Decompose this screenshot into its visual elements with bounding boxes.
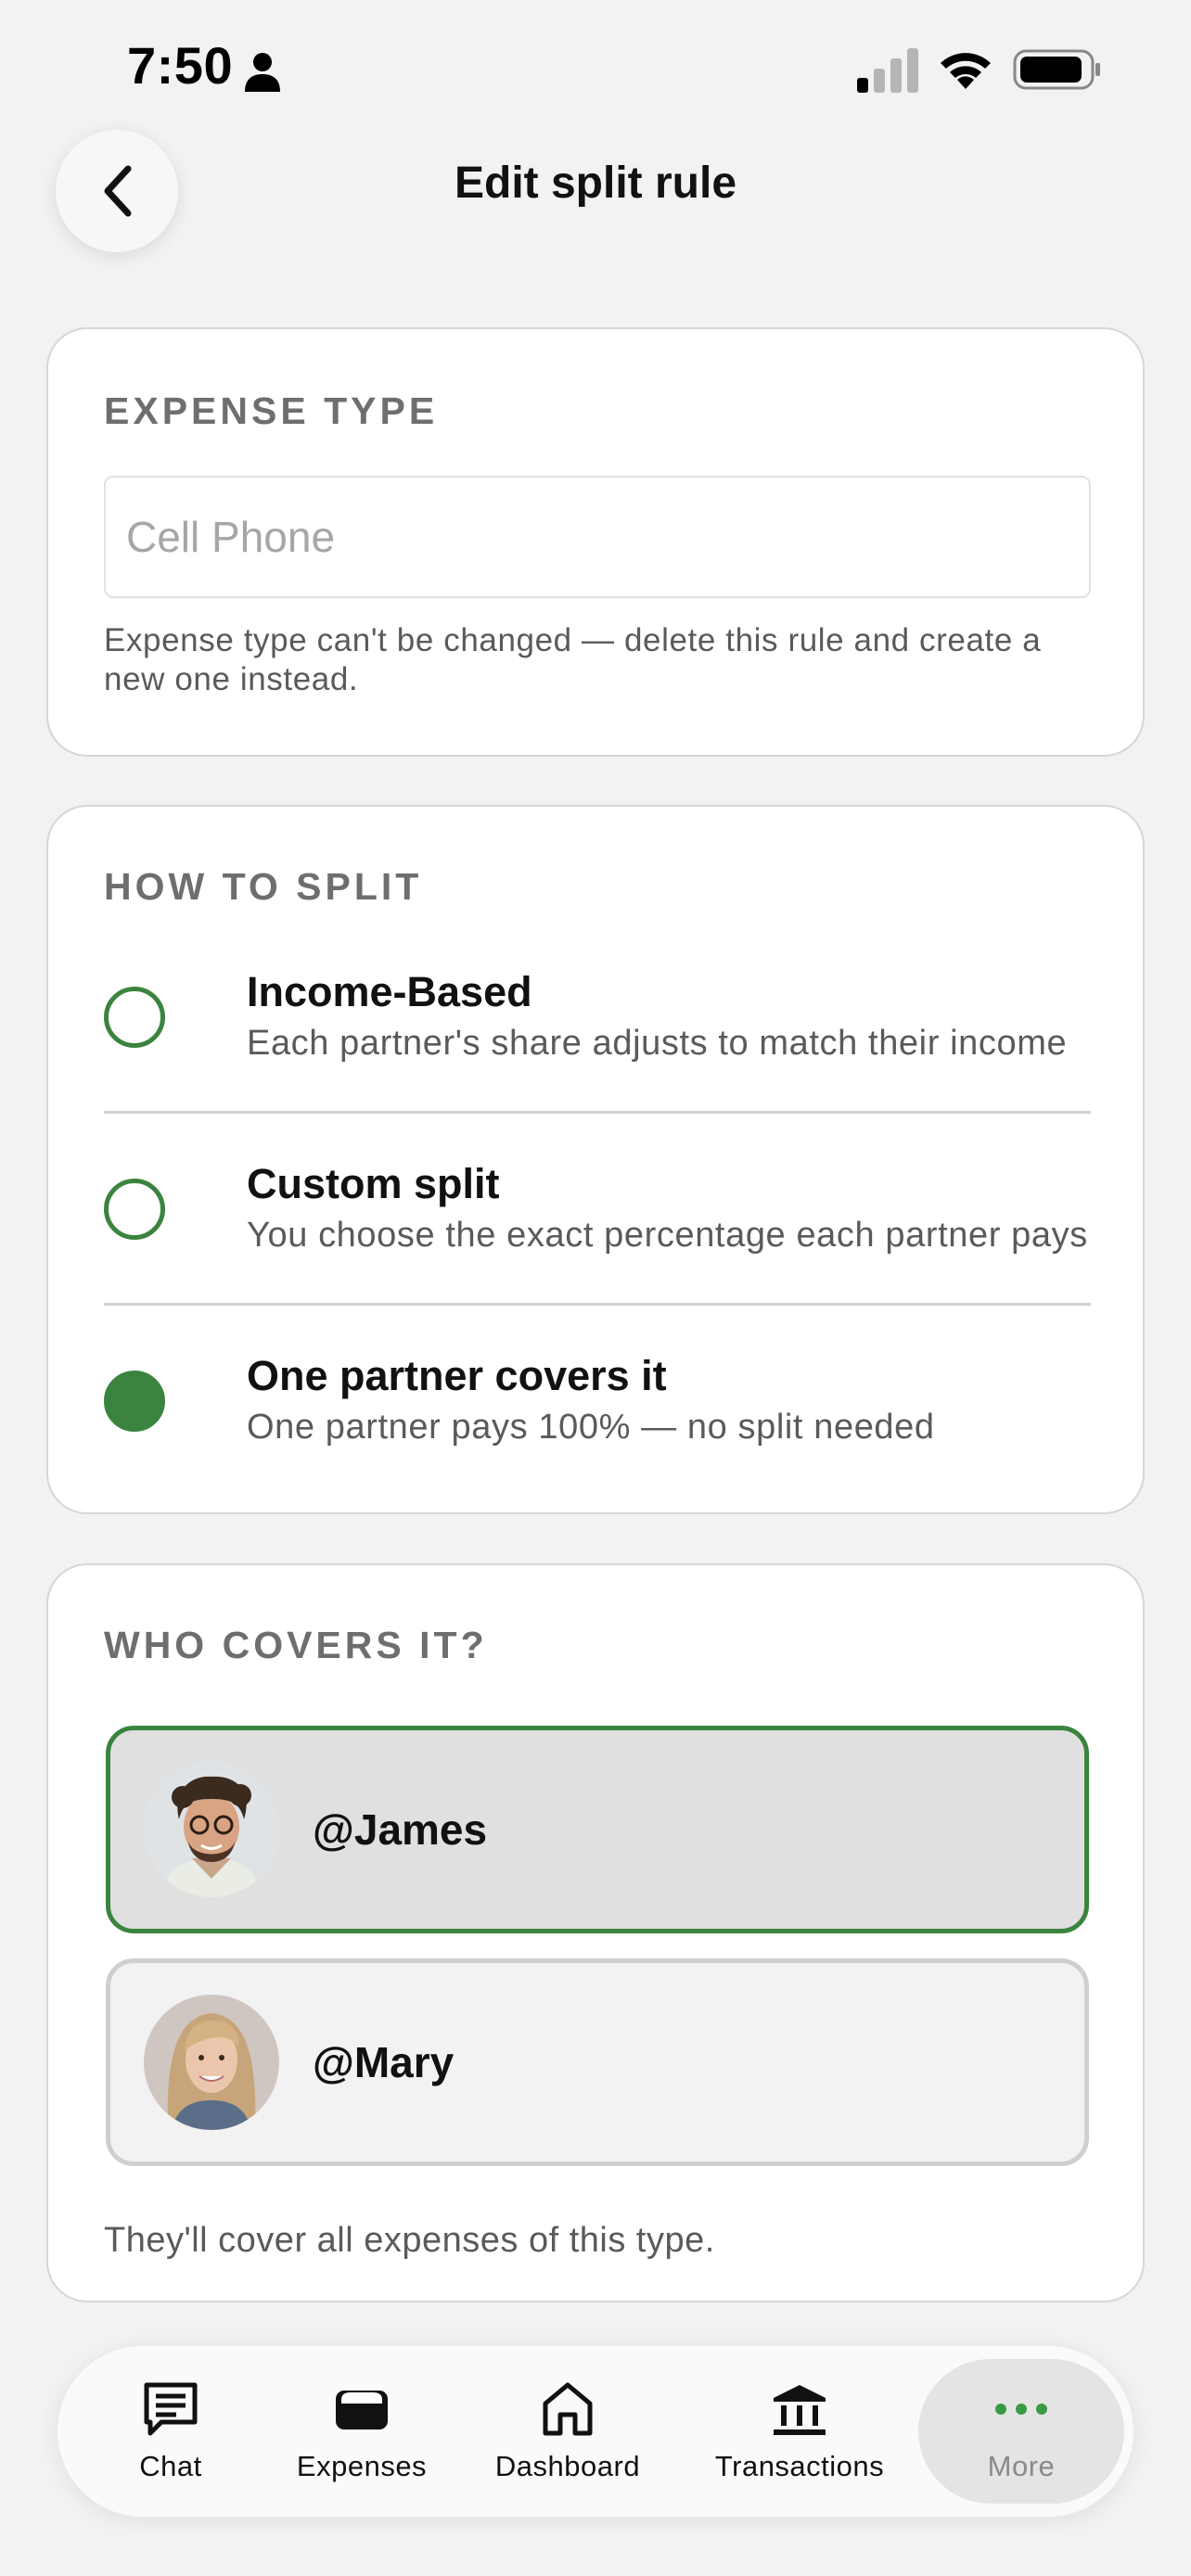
cellular-signal-icon — [857, 48, 918, 93]
expense-type-label: EXPENSE TYPE — [104, 389, 439, 432]
wallet-icon — [336, 2391, 388, 2429]
partner-name: @Mary — [313, 2038, 455, 2086]
expense-type-hint: Expense type can't be changed — delete t… — [104, 622, 1042, 697]
expense-type-card: EXPENSE TYPE Cell Phone Expense type can… — [46, 327, 1145, 757]
tab-label: Transactions — [714, 2450, 885, 2482]
expense-type-field: Cell Phone — [104, 476, 1091, 598]
who-covers-label: WHO COVERS IT? — [104, 1624, 488, 1666]
partner-option-james[interactable]: @James — [106, 1726, 1089, 1933]
page-title: Edit split rule — [454, 159, 737, 208]
partner-name: @James — [313, 1805, 488, 1854]
option-description: You choose the exact percentage each par… — [247, 1216, 1088, 1255]
option-description: One partner pays 100% — no split needed — [247, 1408, 935, 1447]
home-icon — [543, 2382, 593, 2436]
tab-label: More — [987, 2450, 1056, 2482]
tab-bar: Chat Expenses Dashboard Transactions Mor… — [58, 2346, 1133, 2517]
option-income-based[interactable]: Income-Based Each partner's share adjust… — [104, 946, 1091, 1113]
divider — [104, 1111, 1091, 1114]
radio-custom-split[interactable] — [104, 1179, 165, 1240]
who-covers-hint: They'll cover all expenses of this type. — [104, 2221, 715, 2260]
chat-icon — [144, 2382, 198, 2436]
tab-label: Expenses — [296, 2450, 428, 2482]
tab-expenses[interactable]: Expenses — [249, 2346, 475, 2517]
option-title: Custom split — [247, 1160, 500, 1207]
option-one-partner[interactable]: One partner covers it One partner pays 1… — [104, 1330, 1091, 1497]
tab-more[interactable]: More — [918, 2346, 1124, 2517]
option-custom-split[interactable]: Custom split You choose the exact percen… — [104, 1138, 1091, 1305]
partner-option-mary[interactable]: @Mary — [106, 1958, 1089, 2166]
tab-label: Dashboard — [494, 2450, 641, 2482]
battery-icon — [1013, 49, 1100, 90]
option-title: One partner covers it — [247, 1352, 667, 1399]
how-to-split-label: HOW TO SPLIT — [104, 865, 423, 908]
avatar — [144, 1762, 279, 1897]
radio-one-partner[interactable] — [104, 1371, 165, 1432]
person-icon — [245, 53, 280, 92]
tab-transactions[interactable]: Transactions — [679, 2346, 920, 2517]
tab-dashboard[interactable]: Dashboard — [455, 2346, 681, 2517]
status-bar: 7:50 — [0, 0, 1191, 139]
wifi-icon — [941, 53, 991, 89]
how-to-split-card: HOW TO SPLIT Income-Based Each partner's… — [46, 805, 1145, 1514]
bank-icon — [774, 2385, 826, 2435]
option-title: Income-Based — [247, 968, 532, 1015]
more-dots-icon — [995, 2404, 1047, 2415]
who-covers-card: WHO COVERS IT? @James @Mary They'll cove… — [46, 1563, 1145, 2302]
radio-income-based[interactable] — [104, 987, 165, 1048]
tab-label: Chat — [139, 2450, 202, 2482]
status-time: 7:50 — [127, 36, 234, 95]
avatar — [144, 1995, 279, 2130]
divider — [104, 1303, 1091, 1306]
expense-type-value: Cell Phone — [126, 513, 336, 561]
option-description: Each partner's share adjusts to match th… — [247, 1024, 1068, 1063]
